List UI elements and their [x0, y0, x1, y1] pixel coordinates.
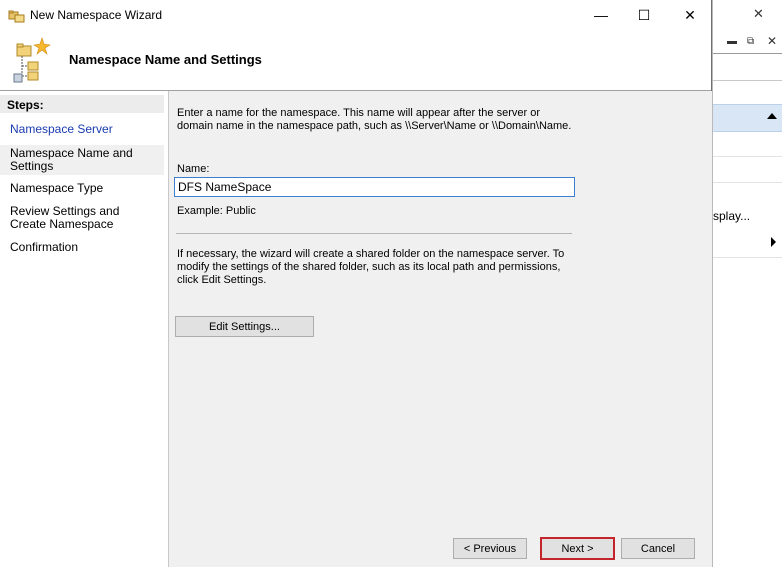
- cancel-button[interactable]: Cancel: [621, 538, 695, 559]
- background-action-text[interactable]: splay...: [713, 209, 750, 223]
- previous-button[interactable]: < Previous: [453, 538, 527, 559]
- step-review-settings: Review Settings and Create Namespace: [10, 204, 120, 231]
- content-panel: Enter a name for the namespace. This nam…: [168, 91, 712, 567]
- close-icon: ✕: [684, 6, 696, 23]
- maximize-button[interactable]: ☐: [621, 0, 667, 30]
- shared-folder-note: If necessary, the wizard will create a s…: [177, 248, 565, 286]
- namespace-app-icon: [8, 10, 25, 23]
- steps-panel: Steps: Namespace Server Namespace Name a…: [0, 91, 164, 567]
- namespace-name-input[interactable]: [174, 177, 575, 197]
- next-button[interactable]: Next >: [540, 537, 615, 560]
- edit-settings-button[interactable]: Edit Settings...: [175, 316, 314, 337]
- background-divider: [713, 80, 782, 81]
- wizard-window: New Namespace Wizard — ☐ ✕ Namespace Nam…: [0, 0, 712, 567]
- background-divider: [713, 53, 782, 54]
- example-text: Example: Public: [177, 205, 256, 217]
- collapse-arrow-icon[interactable]: [767, 113, 777, 119]
- background-divider: [713, 182, 782, 183]
- name-label: Name:: [177, 163, 210, 175]
- namespace-wizard-icon: [13, 37, 51, 83]
- expand-arrow-icon[interactable]: [771, 237, 776, 247]
- description-text: Enter a name for the namespace. This nam…: [177, 107, 572, 132]
- content-divider: [176, 233, 572, 234]
- steps-heading: Steps:: [0, 95, 164, 113]
- step-confirmation: Confirmation: [10, 240, 79, 254]
- background-close-icon[interactable]: ✕: [767, 34, 777, 48]
- title-bar[interactable]: New Namespace Wizard — ☐ ✕: [0, 0, 711, 30]
- background-divider: [713, 156, 782, 157]
- window-title: New Namespace Wizard: [30, 8, 163, 22]
- step-namespace-type: Namespace Type: [10, 181, 104, 195]
- close-button[interactable]: ✕: [667, 0, 713, 30]
- background-restore-icon[interactable]: ⧉: [747, 36, 754, 47]
- background-window: ✕ ▬ ⧉ ✕ splay...: [712, 0, 782, 567]
- minimize-icon: —: [594, 7, 608, 23]
- background-minimize-icon[interactable]: ▬: [727, 36, 737, 47]
- background-close-button[interactable]: ✕: [753, 6, 764, 22]
- background-selected-row[interactable]: [713, 104, 782, 132]
- page-title: Namespace Name and Settings: [69, 52, 262, 67]
- minimize-button[interactable]: —: [578, 0, 624, 30]
- wizard-header: Namespace Name and Settings: [0, 30, 711, 90]
- step-namespace-name-and-settings[interactable]: Namespace Name and Settings: [0, 145, 164, 175]
- step-namespace-server[interactable]: Namespace Server: [0, 123, 164, 136]
- background-divider: [713, 257, 782, 258]
- step-label: Namespace Name and Settings: [10, 146, 133, 173]
- maximize-icon: ☐: [637, 6, 651, 23]
